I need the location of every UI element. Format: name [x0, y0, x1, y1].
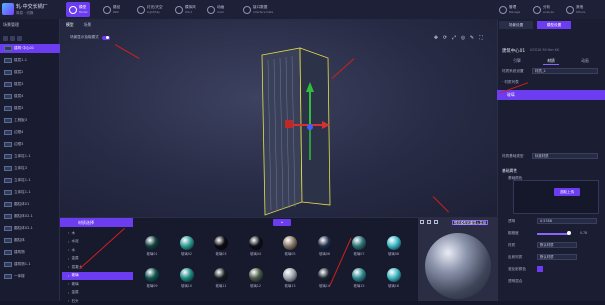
- material-label: 玻璃12: [249, 284, 262, 288]
- transparency-field[interactable]: 0.5788: [537, 218, 597, 224]
- material-thumbnail[interactable]: [179, 268, 194, 282]
- roughness-slider[interactable]: [537, 233, 569, 235]
- material-category[interactable]: › 混凝土: [62, 263, 133, 271]
- material-library-header: 材质选择: [60, 218, 133, 227]
- tab-model-settings[interactable]: 模型设置: [537, 21, 571, 29]
- grid-icon[interactable]: [434, 220, 438, 224]
- material-category-label: 金属: [71, 290, 79, 294]
- material-system-label: 材质系统设置: [502, 69, 524, 73]
- chevron-right-icon: ›: [68, 299, 70, 303]
- roughness-slider-handle[interactable]: [567, 231, 571, 235]
- material-library-title: 材质选择: [78, 219, 94, 225]
- material-category[interactable]: › 玻璃: [62, 280, 133, 288]
- material-category-label: 金属: [71, 256, 79, 260]
- object-name: 建筑中心01: [502, 49, 526, 54]
- material-system-select[interactable]: 材质_2: [532, 68, 598, 74]
- material-list-label: · 材质列表: [502, 80, 519, 84]
- material-label: 玻璃09: [146, 284, 158, 288]
- view-icon[interactable]: [420, 220, 424, 224]
- material-label: 玻璃07: [353, 252, 365, 256]
- material-category[interactable]: › 金属: [62, 289, 133, 297]
- material-category-label: 玻璃: [71, 273, 79, 277]
- material-thumbnail[interactable]: [214, 268, 228, 282]
- material-label: 玻璃16: [387, 284, 400, 288]
- selected-material-item[interactable]: 玻璃: [497, 90, 605, 100]
- chevron-right-icon: ›: [68, 256, 70, 261]
- chevron-right-icon: ›: [68, 290, 70, 295]
- chevron-right-icon: ›: [68, 248, 70, 252]
- material-category-label: 玻璃: [71, 281, 79, 286]
- material-thumbnail[interactable]: [283, 268, 297, 282]
- collapse-button[interactable]: ⌄: [273, 219, 291, 226]
- material-label: 玻璃08: [387, 252, 400, 256]
- tab-engine[interactable]: 引擎: [509, 57, 525, 65]
- param-label-4: 漫反射颜色: [508, 267, 526, 271]
- base-properties-section[interactable]: 基础属性: [502, 168, 517, 174]
- material-thumbnail[interactable]: [352, 236, 366, 250]
- material-label: 玻璃06: [318, 252, 331, 256]
- object-code: UCS10·30·Xm·XX: [530, 48, 560, 52]
- chevron-right-icon: ›: [68, 239, 70, 244]
- material-label: 玻璃15: [353, 284, 365, 288]
- material-preview-sphere[interactable]: [425, 233, 491, 299]
- material-label: 玻璃10: [180, 284, 193, 288]
- light-icon[interactable]: [427, 220, 431, 224]
- chevron-right-icon: ›: [68, 231, 70, 235]
- material-thumbnail[interactable]: [248, 268, 263, 282]
- tab-material[interactable]: 材质: [543, 57, 559, 65]
- reflection-select[interactable]: 默认材质: [537, 254, 577, 260]
- material-type-label: 材质基础类型: [502, 154, 524, 158]
- param-label-3: 反射材质: [508, 255, 523, 259]
- material-thumbnail[interactable]: [283, 236, 297, 250]
- pick-upload-button[interactable]: 选取上传: [554, 188, 580, 196]
- property-tabs: 引擎 材质 动画: [500, 57, 602, 65]
- roughness-value: 0.78: [580, 231, 588, 235]
- material-thumbnail[interactable]: [386, 268, 401, 282]
- param-label-0: 透明: [508, 219, 516, 223]
- material-select[interactable]: 默认材质: [537, 242, 577, 248]
- material-thumbnail[interactable]: [179, 236, 194, 250]
- diffuse-color-swatch[interactable]: [537, 266, 543, 272]
- tab-scene-settings[interactable]: 场景设置: [499, 21, 533, 29]
- material-category[interactable]: › 金属: [62, 255, 133, 263]
- material-thumbnail[interactable]: [317, 268, 332, 282]
- material-category[interactable]: › 玻璃: [62, 271, 133, 280]
- material-thumbnail[interactable]: [248, 236, 263, 250]
- material-thumbnail[interactable]: [317, 236, 332, 250]
- material-label: 玻璃01: [146, 252, 158, 256]
- right-panel-tabs: 场景设置 模型设置: [499, 21, 571, 29]
- material-label: 玻璃13: [284, 284, 296, 288]
- material-label: 玻璃05: [284, 252, 296, 256]
- preview-tip: 预览模型效果导入并测: [452, 220, 488, 225]
- material-category-label: 木: [71, 230, 76, 235]
- material-label: 玻璃11: [215, 284, 227, 288]
- material-type-select[interactable]: 标准材质: [532, 153, 598, 159]
- param-label-1: 粗糙度: [508, 231, 519, 235]
- material-thumbnail[interactable]: [386, 236, 401, 250]
- chevron-right-icon: ›: [68, 282, 70, 286]
- material-thumbnail[interactable]: [145, 268, 159, 282]
- material-label: 玻璃14: [318, 284, 331, 288]
- preview-tools: [420, 220, 438, 224]
- material-label: 玻璃02: [180, 252, 193, 256]
- material-thumbnail[interactable]: [145, 236, 159, 250]
- param-label-2: 材质: [508, 243, 516, 247]
- material-category[interactable]: › 水泥: [62, 238, 133, 246]
- material-thumbnail[interactable]: [352, 268, 366, 282]
- chevron-right-icon: ›: [68, 273, 70, 278]
- param-label-5: 透明混合: [508, 279, 523, 283]
- material-category-label: 水泥: [71, 239, 79, 243]
- material-thumbnail[interactable]: [214, 236, 228, 250]
- base-color-box: [513, 180, 599, 214]
- material-category-label: 水: [71, 247, 76, 252]
- tab-animation[interactable]: 动画: [577, 57, 593, 65]
- material-category[interactable]: › 石头: [62, 297, 133, 305]
- material-label: 玻璃04: [249, 252, 262, 256]
- chevron-right-icon: ›: [68, 265, 70, 269]
- material-label: 玻璃03: [215, 252, 227, 256]
- material-category-label: 石头: [71, 298, 79, 303]
